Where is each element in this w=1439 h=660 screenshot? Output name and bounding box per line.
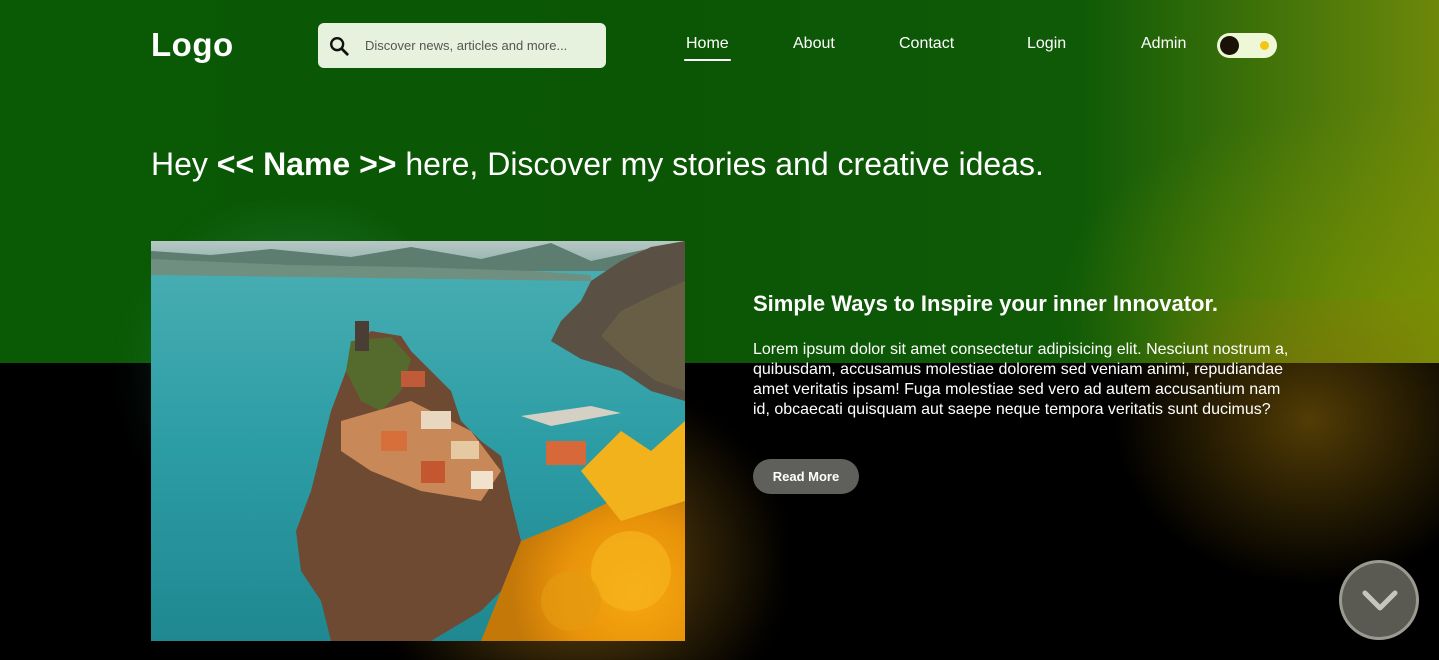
article-title: Simple Ways to Inspire your inner Innova… (753, 291, 1218, 316)
nav-about-link[interactable]: About (793, 35, 835, 53)
hero-heading-suffix: here, Discover my stories and creative i… (396, 146, 1044, 182)
search-bar[interactable] (318, 23, 606, 68)
featured-image[interactable] (151, 241, 685, 641)
theme-toggle[interactable] (1217, 33, 1277, 58)
search-icon[interactable] (328, 35, 350, 57)
nav-admin-link[interactable]: Admin (1141, 35, 1186, 53)
hero-heading-name: << Name >> (216, 146, 397, 182)
nav-login-link[interactable]: Login (1027, 35, 1066, 53)
coastal-village-illustration (151, 241, 685, 641)
sun-indicator-icon (1260, 41, 1269, 50)
hero-heading-prefix: Hey (151, 146, 217, 182)
nav-contact-link[interactable]: Contact (899, 35, 954, 53)
chevron-down-icon (1362, 590, 1398, 611)
site-logo[interactable]: Logo (151, 26, 234, 64)
nav-home-link[interactable]: Home (684, 35, 731, 61)
hero-heading: Hey << Name >> here, Discover my stories… (151, 146, 1044, 183)
scroll-down-button[interactable] (1339, 560, 1419, 640)
read-more-button[interactable]: Read More (753, 459, 859, 494)
article-excerpt: Lorem ipsum dolor sit amet consectetur a… (753, 341, 1289, 418)
toggle-knob (1220, 36, 1239, 55)
search-input[interactable] (363, 37, 587, 54)
